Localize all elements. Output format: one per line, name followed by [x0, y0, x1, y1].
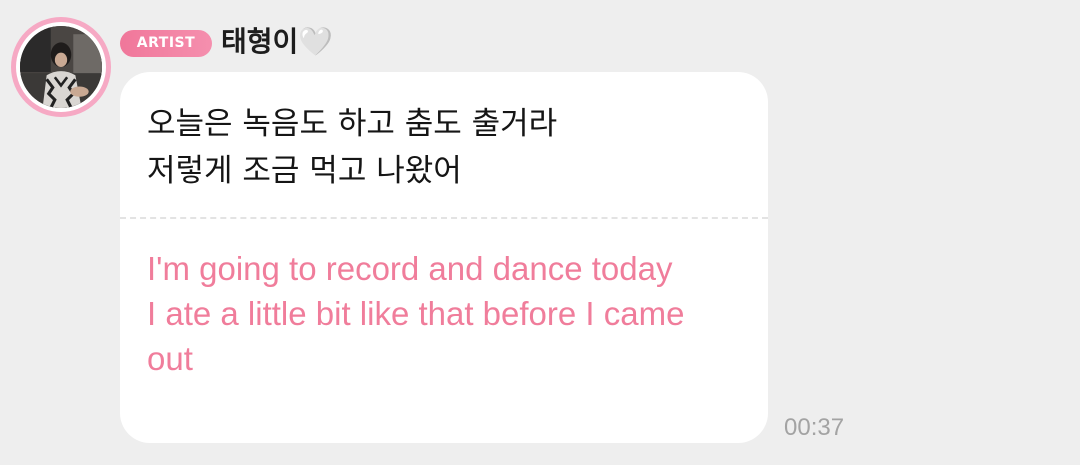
message-timestamp: 00:37	[784, 414, 845, 441]
translated-message: I'm going to record and dance today I at…	[147, 246, 707, 381]
translated-message-line: I'm going to record and dance today	[147, 250, 673, 287]
artist-badge: ARTIST	[120, 30, 212, 57]
avatar-photo	[20, 26, 102, 108]
avatar[interactable]	[11, 17, 111, 117]
translation-divider	[120, 217, 768, 219]
profile-photo-image	[20, 26, 102, 108]
original-message-line: 저렇게 조금 먹고 나왔어	[147, 153, 462, 189]
original-message: 오늘은 녹음도 하고 춤도 출거라 저렇게 조금 먹고 나왔어	[147, 101, 747, 195]
message-bubble[interactable]: 오늘은 녹음도 하고 춤도 출거라 저렇게 조금 먹고 나왔어 I'm goin…	[120, 72, 768, 443]
translated-message-line: I ate a little bit like that before I ca…	[147, 295, 685, 377]
avatar-ring	[16, 22, 106, 112]
sender-name[interactable]: 태형이🤍	[221, 22, 333, 62]
original-message-line: 오늘은 녹음도 하고 춤도 출거라	[147, 106, 558, 142]
